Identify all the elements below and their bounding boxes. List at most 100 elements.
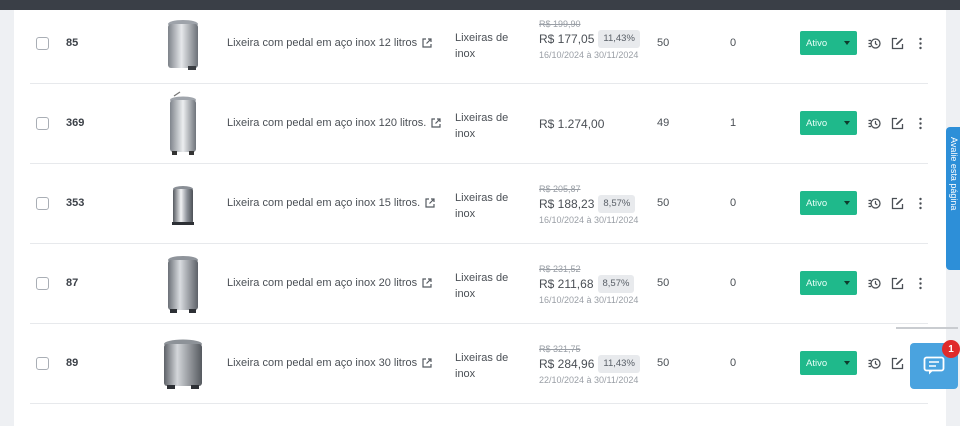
product-category: Lixeiras de inox	[455, 112, 509, 140]
product-id: 85	[66, 37, 79, 49]
product-id: 353	[66, 197, 85, 209]
edit-icon[interactable]	[891, 197, 904, 210]
chevron-down-icon	[844, 41, 850, 45]
old-price: R$ 199,90	[539, 19, 581, 29]
row-checkbox[interactable]	[36, 277, 49, 290]
external-link-icon[interactable]	[422, 358, 432, 368]
product-id: 89	[66, 357, 79, 369]
product-name: Lixeira com pedal em aço inox 30 litros	[227, 357, 418, 369]
product-thumbnail[interactable]	[158, 10, 208, 78]
status-label: Ativo	[806, 357, 828, 369]
status-label: Ativo	[806, 37, 828, 49]
product-name-link[interactable]: Lixeira com pedal em aço inox 15 litros.	[227, 197, 435, 209]
chat-icon	[923, 356, 945, 375]
history-icon[interactable]	[868, 117, 881, 130]
status-label: Ativo	[806, 277, 828, 289]
chevron-down-icon	[844, 201, 850, 205]
notification-badge: 1	[942, 340, 960, 358]
product-id: 87	[66, 277, 79, 289]
sold-count: 0	[730, 197, 737, 209]
price-block: R$ 205,87 R$ 188,23 8,57% 16/10/2024 à 30…	[539, 184, 638, 226]
side-tab-label: Avalie esta página	[949, 137, 959, 211]
product-name: Lixeira com pedal em aço inox 20 litros	[227, 277, 418, 289]
discount-badge: 11,43%	[598, 30, 640, 48]
stock-count: 50	[657, 357, 670, 369]
status-dropdown[interactable]: Ativo	[800, 31, 857, 55]
promo-period: 22/10/2024 à 30/11/2024	[539, 375, 639, 385]
status-label: Ativo	[806, 117, 828, 129]
current-price: R$ 177,05	[539, 32, 595, 46]
promo-period: 16/10/2024 à 30/11/2024	[539, 295, 639, 305]
product-thumbnail[interactable]	[158, 170, 208, 238]
more-options-icon[interactable]	[914, 277, 927, 290]
table-row: 89 Lixeira com pedal em aço inox 30 litr…	[30, 324, 928, 404]
status-dropdown[interactable]: Ativo	[800, 271, 857, 295]
sold-count: 0	[730, 277, 737, 289]
feedback-side-tab[interactable]: Avalie esta página	[946, 127, 960, 270]
external-link-icon[interactable]	[425, 198, 435, 208]
edit-icon[interactable]	[891, 37, 904, 50]
product-thumbnail[interactable]	[158, 90, 208, 158]
product-name-link[interactable]: Lixeira com pedal em aço inox 20 litros	[227, 277, 432, 289]
current-price: R$ 284,96	[539, 357, 595, 371]
edit-icon[interactable]	[891, 117, 904, 130]
price-block: R$ 231,52 R$ 211,68 8,57% 16/10/2024 à 30…	[539, 264, 638, 306]
row-checkbox[interactable]	[36, 117, 49, 130]
chat-divider	[896, 327, 958, 329]
row-checkbox[interactable]	[36, 197, 49, 210]
product-category: Lixeiras de inox	[455, 32, 509, 60]
stock-count: 50	[657, 197, 670, 209]
products-table: 85 Lixeira com pedal em aço inox 12 litr…	[14, 10, 946, 426]
product-category: Lixeiras de inox	[455, 272, 509, 300]
price-block: R$ 199,90 R$ 177,05 11,43% 16/10/2024 à 3…	[539, 19, 640, 61]
product-name-link[interactable]: Lixeira com pedal em aço inox 120 litros…	[227, 117, 441, 129]
product-category: Lixeiras de inox	[455, 352, 509, 380]
discount-badge: 8,57%	[597, 275, 635, 293]
edit-icon[interactable]	[891, 357, 904, 370]
discount-badge: 11,43%	[598, 355, 640, 373]
more-options-icon[interactable]	[914, 117, 927, 130]
promo-period: 16/10/2024 à 30/11/2024	[539, 215, 639, 225]
current-price: R$ 211,68	[539, 277, 594, 291]
stock-count: 49	[657, 117, 670, 129]
discount-badge: 8,57%	[598, 195, 636, 213]
current-price: R$ 188,23	[539, 197, 595, 211]
edit-icon[interactable]	[891, 277, 904, 290]
table-row: 353 Lixeira com pedal em aço inox 15 lit…	[30, 164, 928, 244]
more-options-icon[interactable]	[914, 197, 927, 210]
product-name: Lixeira com pedal em aço inox 15 litros.	[227, 197, 421, 209]
product-name-link[interactable]: Lixeira com pedal em aço inox 30 litros	[227, 357, 432, 369]
status-dropdown[interactable]: Ativo	[800, 191, 857, 215]
sold-count: 0	[730, 357, 737, 369]
chevron-down-icon	[844, 361, 850, 365]
product-name: Lixeira com pedal em aço inox 12 litros	[227, 37, 418, 49]
status-dropdown[interactable]: Ativo	[800, 111, 857, 135]
product-name: Lixeira com pedal em aço inox 120 litros…	[227, 117, 427, 129]
stock-count: 50	[657, 37, 670, 49]
history-icon[interactable]	[868, 357, 881, 370]
history-icon[interactable]	[868, 277, 881, 290]
row-checkbox[interactable]	[36, 357, 49, 370]
old-price: R$ 321,75	[539, 344, 581, 354]
chevron-down-icon	[844, 121, 850, 125]
more-options-icon[interactable]	[914, 37, 927, 50]
row-checkbox[interactable]	[36, 37, 49, 50]
external-link-icon[interactable]	[422, 38, 432, 48]
history-icon[interactable]	[868, 37, 881, 50]
product-id: 369	[66, 117, 85, 129]
chevron-down-icon	[844, 281, 850, 285]
product-name-link[interactable]: Lixeira com pedal em aço inox 12 litros	[227, 37, 432, 49]
status-label: Ativo	[806, 197, 828, 209]
table-row: 87 Lixeira com pedal em aço inox 20 litr…	[30, 244, 928, 324]
external-link-icon[interactable]	[431, 118, 441, 128]
table-row: 85 Lixeira com pedal em aço inox 12 litr…	[30, 4, 928, 84]
product-thumbnail[interactable]	[158, 250, 208, 318]
history-icon[interactable]	[868, 197, 881, 210]
external-link-icon[interactable]	[422, 278, 432, 288]
promo-period: 16/10/2024 à 30/11/2024	[539, 50, 639, 60]
price-block: R$ 321,75 R$ 284,96 11,43% 22/10/2024 à 3…	[539, 344, 640, 386]
table-row: 369 Lixeira com pedal em aço inox 120 li…	[30, 84, 928, 164]
status-dropdown[interactable]: Ativo	[800, 351, 857, 375]
product-thumbnail[interactable]	[158, 330, 208, 398]
current-price: R$ 1.274,00	[539, 117, 605, 131]
